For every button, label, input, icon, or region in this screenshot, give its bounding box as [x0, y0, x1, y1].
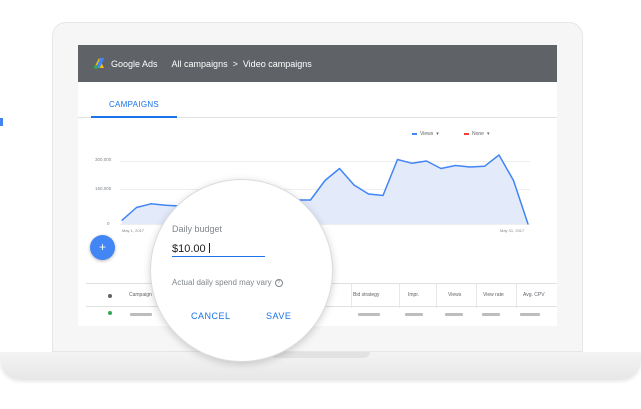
add-campaign-button[interactable]: + — [90, 235, 115, 260]
status-column-icon — [108, 294, 112, 298]
help-icon[interactable]: ? — [274, 278, 283, 287]
laptop-notch — [270, 352, 370, 358]
column-view-rate[interactable]: View rate — [483, 292, 504, 298]
views-data-point — [411, 162, 413, 164]
views-data-point — [382, 194, 384, 197]
views-data-point — [150, 203, 152, 205]
column-divider — [436, 284, 437, 308]
budget-magnifier: Daily budget $10.00 Actual daily spend m… — [150, 179, 333, 362]
views-data-point — [353, 184, 355, 186]
views-data-point — [396, 158, 399, 161]
views-data-point — [324, 179, 326, 182]
views-data-point — [425, 160, 428, 162]
column-views[interactable]: Views — [448, 292, 461, 298]
column-divider — [351, 284, 352, 308]
column-divider — [516, 284, 517, 308]
column-campaign[interactable]: Campaign — [129, 292, 152, 298]
views-data-point — [483, 165, 486, 167]
views-data-point — [512, 179, 515, 182]
table-cell-placeholder — [445, 313, 463, 316]
table-cell-placeholder — [358, 313, 380, 316]
views-data-point — [469, 166, 471, 168]
column-impressions[interactable]: Impr. — [408, 292, 419, 298]
column-divider — [476, 284, 477, 308]
daily-budget-label: Daily budget — [172, 224, 223, 234]
table-cell-placeholder — [520, 313, 540, 316]
column-divider — [399, 284, 400, 308]
campaign-status-enabled-icon[interactable] — [108, 311, 112, 315]
views-data-point — [367, 193, 370, 195]
cancel-button[interactable]: CANCEL — [191, 311, 231, 321]
product-illustration: Google Ads All campaigns > Video campaig… — [0, 0, 641, 409]
table-cell-placeholder — [482, 313, 500, 316]
views-data-point — [498, 154, 500, 156]
x-tick-label-start: May 1, 2017 — [122, 228, 145, 233]
views-area-chart — [121, 154, 529, 225]
daily-budget-input[interactable]: $10.00 — [172, 243, 265, 257]
views-data-point — [135, 206, 138, 209]
spend-note-text: Actual daily spend may vary — [172, 278, 272, 287]
table-cell-placeholder — [405, 313, 423, 316]
column-avg-cpv[interactable]: Avg. CPV — [523, 292, 545, 298]
text-cursor — [208, 243, 210, 253]
daily-budget-value: $10.00 — [172, 243, 206, 255]
spend-note: Actual daily spend may vary ? — [172, 278, 283, 287]
views-data-point — [121, 219, 123, 221]
views-data-point — [309, 199, 312, 201]
views-data-point — [164, 204, 167, 206]
side-accent-mark — [0, 118, 3, 126]
column-bid-strategy[interactable]: Bid strategy — [353, 292, 379, 298]
views-data-point — [527, 223, 529, 225]
views-data-point — [338, 167, 341, 170]
table-cell-placeholder — [130, 313, 152, 316]
x-tick-label-end: May 31, 2017 — [500, 228, 525, 233]
views-data-point — [454, 164, 457, 167]
views-data-point — [440, 167, 442, 170]
save-button[interactable]: SAVE — [266, 311, 291, 321]
